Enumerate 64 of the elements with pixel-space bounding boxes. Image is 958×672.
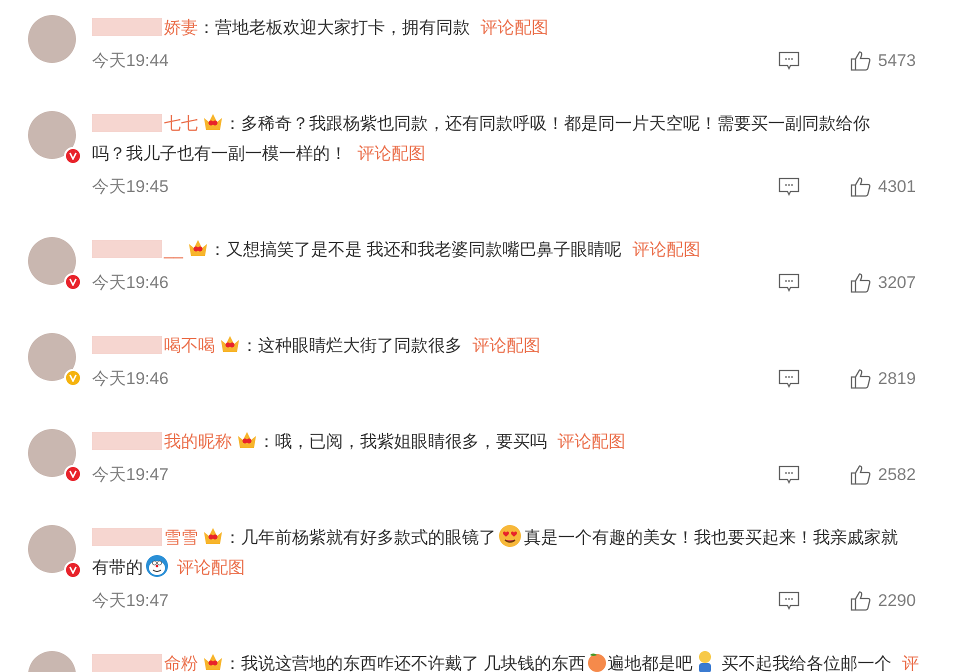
blurred-name-block <box>92 528 162 546</box>
avatar-placeholder[interactable] <box>28 237 76 285</box>
comment-image-link[interactable]: 评论配图 <box>472 336 541 355</box>
like-thumb-icon[interactable] <box>850 368 872 390</box>
blurred-name-block <box>92 114 162 132</box>
like-thumb-icon[interactable] <box>850 272 872 294</box>
cartoon-cat-emoji-icon <box>145 554 169 578</box>
comment-text: ：这种眼睛烂大街了同款很多 <box>241 336 463 355</box>
heart-eyes-emoji-icon <box>498 524 522 548</box>
comment-time: 今天19:45 <box>92 176 169 198</box>
comment-time: 今天19:47 <box>92 590 169 612</box>
comment-text: 真是一个有趣的美女！我也要买起来！我亲戚家就 <box>524 528 898 547</box>
comment-image-link[interactable]: 评论配图 <box>632 240 700 259</box>
avatar-placeholder[interactable] <box>28 429 76 477</box>
avatar-placeholder[interactable] <box>28 525 76 573</box>
blurred-name-block <box>92 336 162 354</box>
username-link[interactable]: 我的昵称 <box>164 432 232 451</box>
comment-icon[interactable] <box>778 590 800 612</box>
like-count: 2819 <box>878 368 917 390</box>
username-link[interactable]: 雪雪 <box>164 528 198 547</box>
like-thumb-icon[interactable] <box>850 590 872 612</box>
comment-icon[interactable] <box>778 368 800 390</box>
comment-text: ：多稀奇？我跟杨紫也同款，还有同款呼吸！都是同一片天空呢！需要买一副同款给你 <box>224 114 870 133</box>
comment-icon[interactable] <box>778 464 800 486</box>
comment-text: ：哦，已阅，我紫姐眼睛很多，要买吗 <box>258 432 548 451</box>
comment-icon[interactable] <box>778 272 800 294</box>
comment-image-link[interactable]: 评论配图 <box>480 18 549 37</box>
blurred-name-block <box>92 432 162 450</box>
comment-icon[interactable] <box>778 176 800 198</box>
comment-text: ：又想搞笑了是不是 我还和我老婆同款嘴巴鼻子眼睛呢 <box>208 240 623 259</box>
comment-image-link[interactable]: 评论配图 <box>358 144 426 163</box>
like-thumb-icon[interactable] <box>850 176 872 198</box>
comment-text: ：几年前杨紫就有好多款式的眼镜了 <box>224 528 496 547</box>
peach-emoji-icon <box>586 651 608 672</box>
username-link[interactable]: 七七 <box>164 114 198 133</box>
blurred-name-block <box>92 240 162 258</box>
username-link[interactable]: 喝不喝 <box>164 336 215 355</box>
comment-text: 遍地都是吧 <box>608 654 693 672</box>
comment-time: 今天19:47 <box>92 464 169 486</box>
comment-text: ：营地老板欢迎大家打卡，拥有同款 <box>198 18 471 37</box>
avatar-placeholder[interactable] <box>28 111 76 159</box>
like-count: 2290 <box>878 590 917 612</box>
like-thumb-icon[interactable] <box>850 464 872 486</box>
comment-text: 吗？我儿子也有一副一模一样的！ <box>92 144 348 163</box>
comment-image-link[interactable]: 评论配图 <box>177 558 245 577</box>
comment-time: 今天19:44 <box>92 50 169 72</box>
comment-text: 买不起我给各位邮一个 <box>720 654 892 672</box>
comment-icon[interactable] <box>778 50 800 72</box>
comment-time: 今天19:46 <box>92 272 169 294</box>
blurred-name-block <box>92 654 162 672</box>
comment-image-link[interactable]: 评 <box>902 654 920 672</box>
username-link[interactable]: 娇妻 <box>164 18 198 37</box>
comment-image-link[interactable]: 评论配图 <box>558 432 626 451</box>
like-thumb-icon[interactable] <box>850 50 872 72</box>
like-count: 5473 <box>878 50 917 72</box>
username-link[interactable]: 命粉 <box>164 654 198 672</box>
comment-time: 今天19:46 <box>92 368 169 390</box>
like-count: 2582 <box>878 464 917 486</box>
like-count: 4301 <box>878 176 917 198</box>
like-count: 3207 <box>878 272 917 294</box>
comment-text: 有带的 <box>92 558 143 577</box>
blurred-name-block <box>92 18 162 36</box>
username-link[interactable]: __ <box>164 240 183 259</box>
comment-text: ：我说这营地的东西咋还不许戴了 几块钱的东西 <box>224 654 586 672</box>
